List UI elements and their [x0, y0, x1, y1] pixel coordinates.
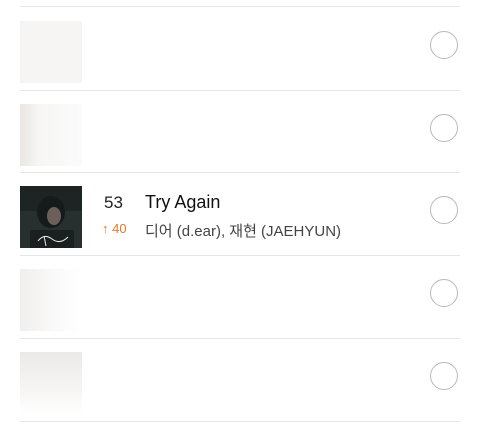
album-thumbnail[interactable] [20, 21, 82, 83]
list-item[interactable] [0, 91, 480, 173]
select-circle[interactable] [430, 196, 458, 224]
list-item[interactable] [0, 339, 480, 421]
artist-name[interactable]: 디어 (d.ear), 재현 (JAEHYUN) [145, 220, 341, 241]
rank-change-value: 40 [112, 221, 127, 236]
divider [20, 421, 460, 422]
album-art-icon [20, 186, 82, 248]
song-title[interactable]: Try Again [145, 192, 220, 213]
divider [20, 6, 460, 7]
list-item[interactable] [0, 256, 480, 338]
list-item[interactable] [0, 8, 480, 90]
album-thumbnail[interactable] [20, 269, 82, 331]
select-circle[interactable] [430, 114, 458, 142]
album-thumbnail[interactable] [20, 104, 82, 166]
select-circle[interactable] [430, 279, 458, 307]
album-thumbnail[interactable] [20, 186, 82, 248]
arrow-up-icon: ↑ [102, 221, 109, 236]
album-thumbnail[interactable] [20, 352, 82, 414]
chart-rank: 53 [104, 193, 123, 212]
select-circle[interactable] [430, 31, 458, 59]
chart-list: 53 ↑ 40 Try Again 디어 (d.ear), 재현 (JAEHYU… [0, 0, 480, 425]
rank-change: ↑ 40 [102, 221, 127, 236]
select-circle[interactable] [430, 362, 458, 390]
list-item[interactable]: 53 ↑ 40 Try Again 디어 (d.ear), 재현 (JAEHYU… [0, 173, 480, 255]
